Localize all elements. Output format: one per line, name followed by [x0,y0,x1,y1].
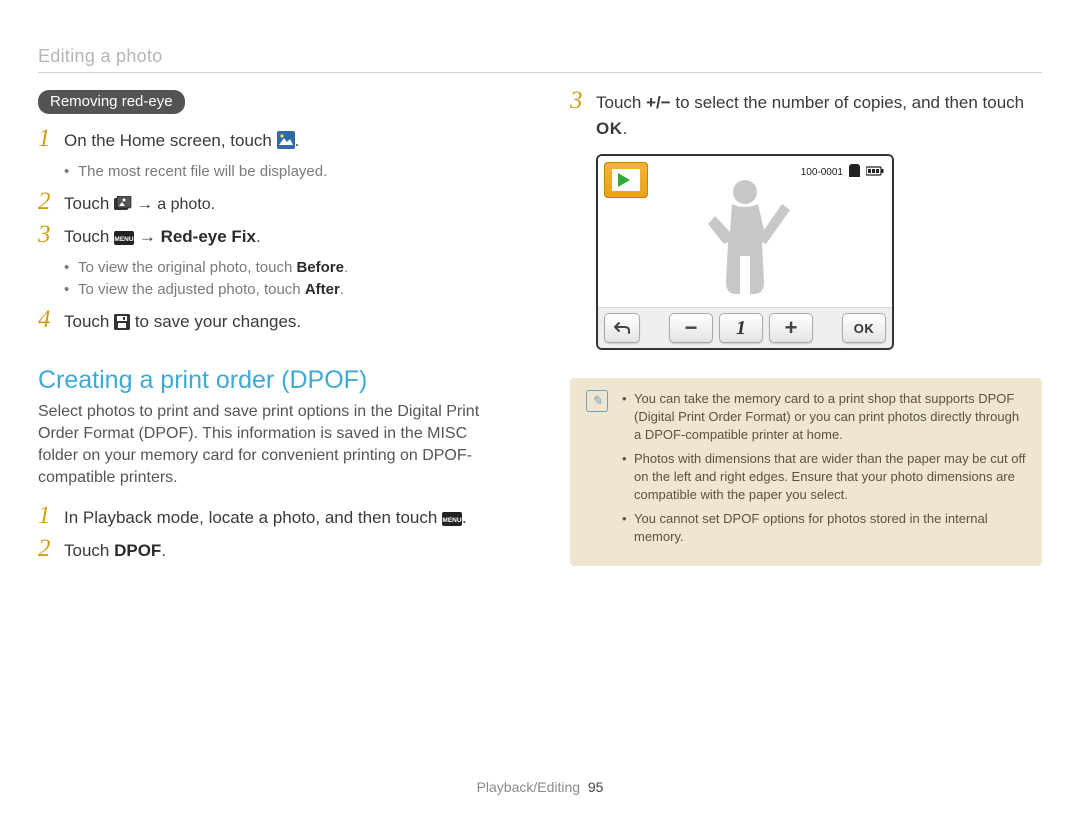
section-intro: Select photos to print and save print op… [38,401,510,489]
plus-minus-text: +/− [646,93,671,112]
save-icon [114,312,130,338]
bold-text: Red-eye Fix [161,227,256,246]
info-note: You can take the memory card to a print … [622,390,1026,444]
step-body: Touch → a photo. [64,191,215,220]
bold-text: DPOF [114,541,161,560]
step-text: . [623,119,628,138]
camera-lcd-preview: 100-0001 [596,154,894,350]
page-number: 95 [588,779,604,795]
ok-button[interactable]: OK [842,313,886,343]
step-body: On the Home screen, touch . [64,128,299,157]
svg-text:MENU: MENU [115,236,134,243]
page-footer: Playback/Editing 95 [0,779,1080,795]
menu-icon: MENU [442,508,462,534]
header-divider [38,72,1042,73]
step-number: 1 [38,128,64,150]
menu-icon: MENU [114,227,134,253]
battery-icon [866,166,884,179]
decrement-button[interactable]: − [669,313,713,343]
step-number: 4 [38,309,64,331]
step-text: to save your changes. [135,312,301,331]
step-text: Touch [64,194,114,213]
step-body: Touch to save your changes. [64,309,301,338]
back-button[interactable] [604,313,640,343]
step-text: → [139,227,161,246]
memory-card-icon [849,164,860,180]
manual-page: Editing a photo Removing red-eye 1 On th… [0,0,1080,815]
step-text: Touch [64,541,114,560]
breadcrumb: Editing a photo [38,46,163,67]
removing-red-eye-pill: Removing red-eye [38,90,185,114]
back-arrow-icon [613,320,631,336]
step-body: Touch +/− to select the number of copies… [596,90,1042,142]
info-note: Photos with dimensions that are wider th… [622,450,1026,504]
step-text: . [161,541,166,560]
left-column: Removing red-eye 1 On the Home screen, t… [38,90,510,568]
step-body: Touch DPOF. [64,538,166,564]
step-text: . [256,227,261,246]
edit-photo-app-icon [277,131,295,157]
svg-text:MENU: MENU [442,517,461,524]
footer-section: Playback/Editing [477,779,581,795]
step-text: On the Home screen, touch [64,131,277,150]
step-body: Touch MENU → Red-eye Fix. [64,224,261,253]
sub-step-text: To view the adjusted photo, touch After. [64,279,510,301]
info-callout: ✎ You can take the memory card to a prin… [570,378,1042,566]
step-text: . [462,508,467,527]
info-note: You cannot set DPOF options for photos s… [622,510,1026,546]
sub-step-text: The most recent file will be displayed. [64,161,510,183]
copies-count: 1 [719,313,763,343]
ok-text: OK [596,119,623,138]
step-text: to select the number of copies, and then… [671,93,1024,112]
step-number: 1 [38,505,64,527]
right-column: 3 Touch +/− to select the number of copi… [570,90,1042,568]
step-text: Touch [64,227,114,246]
step-number: 2 [38,191,64,213]
step-text: Touch [64,312,114,331]
section-title-dpof: Creating a print order (DPOF) [38,366,510,395]
photo-thumbnail-icon [114,194,132,220]
playback-thumbnail-button[interactable] [604,162,648,198]
note-icon: ✎ [586,390,608,412]
step-number: 3 [570,90,596,112]
step-text: Touch [596,93,646,112]
arrow-text: → a photo. [137,196,215,213]
step-text: In Playback mode, locate a photo, and th… [64,508,442,527]
step-number: 2 [38,538,64,560]
person-silhouette [680,174,810,304]
step-body: In Playback mode, locate a photo, and th… [64,505,467,534]
play-icon [612,169,640,191]
step-number: 3 [38,224,64,246]
sub-step-text: To view the original photo, touch Before… [64,257,510,279]
increment-button[interactable]: + [769,313,813,343]
